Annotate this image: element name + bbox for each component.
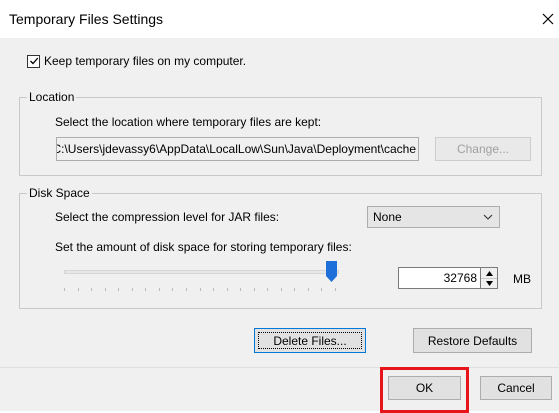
check-icon	[29, 57, 38, 65]
slider-tick	[213, 288, 214, 291]
slider-tick	[186, 288, 187, 291]
keep-files-label: Keep temporary files on my computer.	[44, 54, 247, 68]
slider-tick	[159, 288, 160, 291]
title-bar[interactable]: Temporary Files Settings	[0, 0, 559, 38]
cancel-button[interactable]: Cancel	[480, 376, 552, 400]
location-instruction: Select the location where temporary file…	[55, 115, 322, 129]
cache-path-field[interactable]: C:\Users\jdevassy6\AppData\LocalLow\Sun\…	[56, 137, 419, 161]
keep-files-checkbox[interactable]	[27, 54, 40, 68]
compression-select[interactable]: None	[367, 206, 500, 228]
ok-button[interactable]: OK	[388, 376, 461, 400]
slider-tick	[172, 288, 173, 291]
compression-label: Select the compression level for JAR fil…	[55, 210, 280, 224]
slider-tick	[267, 288, 268, 291]
slider-tick	[335, 288, 336, 291]
unit-label: MB	[513, 272, 531, 286]
slider-tick	[321, 288, 322, 291]
footer-bar	[0, 367, 559, 411]
slider-tick	[64, 288, 65, 291]
chevron-down-icon	[483, 214, 493, 220]
focus-ring	[258, 332, 362, 349]
slider-ticks	[64, 288, 336, 291]
spin-down-icon	[485, 280, 493, 286]
slider-tick	[105, 288, 106, 291]
slider-tick	[200, 288, 201, 291]
delete-files-button[interactable]: Delete Files...	[254, 328, 366, 353]
close-icon[interactable]	[537, 8, 559, 30]
slider-tick	[308, 288, 309, 291]
slider-tick	[132, 288, 133, 291]
spin-down-button[interactable]	[481, 278, 497, 288]
keep-files-row[interactable]: Keep temporary files on my computer.	[27, 54, 246, 68]
slider-tick	[240, 288, 241, 291]
slider-tick	[227, 288, 228, 291]
disk-space-slider-thumb[interactable]	[326, 261, 337, 282]
slider-tick	[281, 288, 282, 291]
slider-tick	[78, 288, 79, 291]
slider-tick	[254, 288, 255, 291]
window-title: Temporary Files Settings	[9, 11, 164, 27]
slider-tick	[118, 288, 119, 291]
restore-defaults-button[interactable]: Restore Defaults	[413, 328, 532, 353]
compression-value: None	[373, 210, 402, 224]
disk-space-slider-track[interactable]	[64, 270, 339, 274]
disk-space-legend: Disk Space	[27, 186, 92, 200]
slider-tick	[91, 288, 92, 291]
disk-space-spinner[interactable]	[481, 267, 498, 289]
spin-up-icon	[485, 270, 493, 276]
slider-tick	[294, 288, 295, 291]
disk-space-input[interactable]: 32768	[398, 267, 481, 289]
location-legend: Location	[27, 90, 77, 104]
change-button[interactable]: Change...	[435, 137, 531, 161]
cache-path-text: C:\Users\jdevassy6\AppData\LocalLow\Sun\…	[56, 142, 416, 156]
slider-tick	[145, 288, 146, 291]
disk-amount-label: Set the amount of disk space for storing…	[55, 240, 352, 254]
